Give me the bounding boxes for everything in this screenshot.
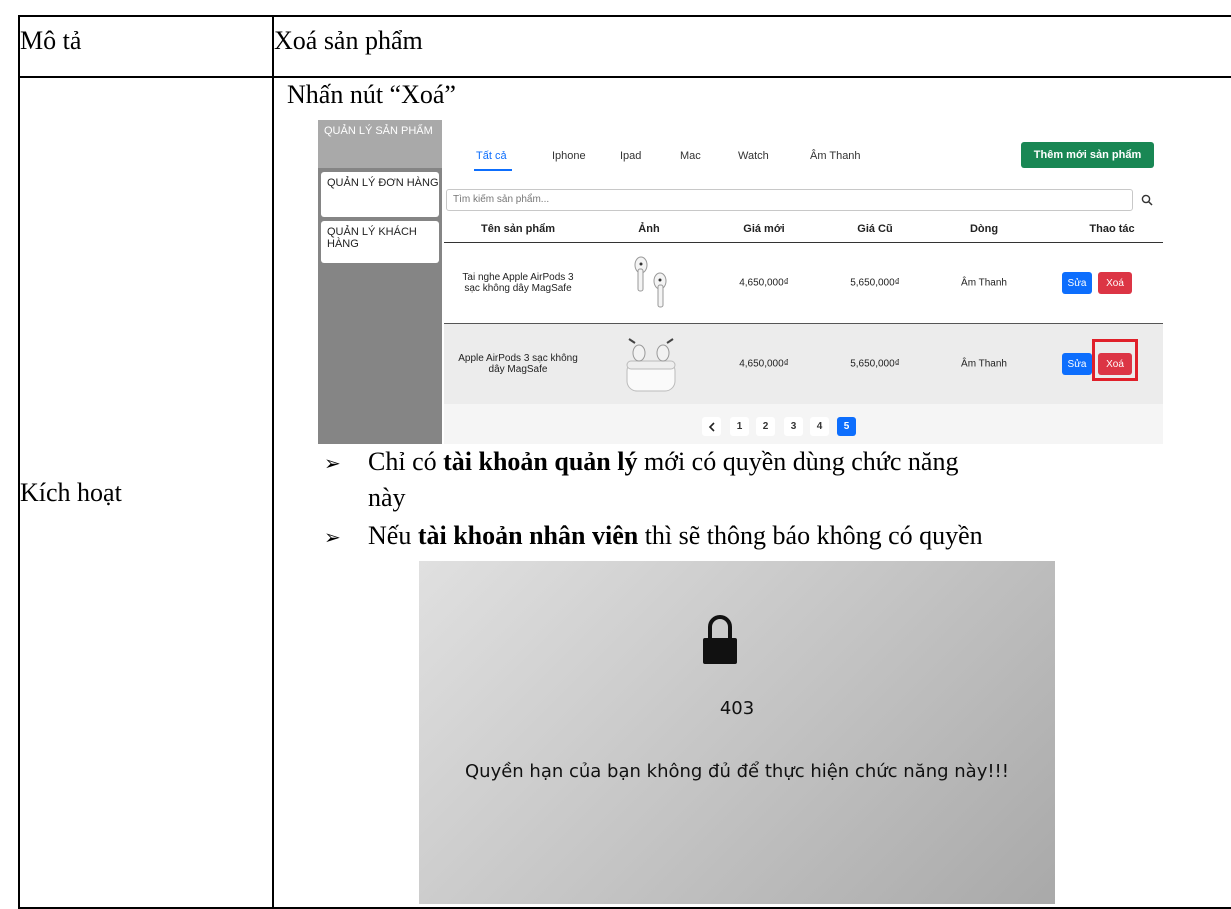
sidebar-item-orders[interactable]: QUẢN LÝ ĐƠN HÀNG <box>321 172 439 217</box>
col-actions: Thao tác <box>1089 223 1135 235</box>
col-new-price: Giá mới <box>743 223 785 235</box>
col-name: Tên sản phẩm <box>481 223 555 235</box>
sidebar-item-products[interactable]: QUẢN LÝ SẢN PHẨM <box>318 120 442 168</box>
access-denied-panel: 403 Quyền hạn của bạn không đủ để thực h… <box>419 561 1055 904</box>
bullet-text: Nếu <box>368 521 418 550</box>
bullet-bold: tài khoản nhân viên <box>417 521 639 550</box>
new-price: 4,650,000₫ <box>739 277 789 289</box>
bullet-text: mới có quyền dùng chức năng <box>637 447 959 476</box>
product-name-line2: dây MagSafe <box>488 364 548 375</box>
search-input[interactable]: Tìm kiếm sản phẩm... <box>446 189 1133 211</box>
chevron-left-icon <box>708 421 715 432</box>
prev-page-button[interactable] <box>702 417 721 436</box>
product-line: Âm Thanh <box>961 277 1007 289</box>
error-message: Quyền hạn của bạn không đủ để thực hiện … <box>465 761 1009 782</box>
airpods-image <box>634 256 667 308</box>
spec-table: Mô tả Xoá sản phẩm Kích hoạt Nhấn nút “X… <box>18 15 1231 909</box>
delete-button[interactable]: Xoá <box>1098 272 1132 294</box>
search-button[interactable] <box>1134 189 1160 211</box>
page-2-button[interactable]: 2 <box>756 417 775 436</box>
col-old-price: Giá Cũ <box>857 223 893 235</box>
admin-screenshot: QUẢN LÝ SẢN PHẨM QUẢN LÝ ĐƠN HÀNG QUẢN L… <box>318 120 1165 444</box>
bullet-admin-only: ➢ Chỉ có tài khoản quản lý mới có quyền d… <box>324 444 958 481</box>
arrow-bullet-icon: ➢ <box>324 525 341 549</box>
tab-iphone[interactable]: Iphone <box>552 150 586 162</box>
category-tabs: Tất cả Iphone Ipad Mac Watch Âm Thanh <box>444 150 964 171</box>
tab-watch[interactable]: Watch <box>738 150 769 162</box>
label-description: Mô tả <box>18 15 274 78</box>
product-line: Âm Thanh <box>961 358 1007 370</box>
tab-audio[interactable]: Âm Thanh <box>810 150 861 162</box>
product-name: Apple AirPods 3 sạc không dây MagSafe <box>458 353 578 375</box>
table-header: Tên sản phẩm Ảnh Giá mới Giá Cũ Dòng Tha… <box>444 216 1163 243</box>
page-1-button[interactable]: 1 <box>730 417 749 436</box>
value-description: Xoá sản phẩm <box>272 15 1231 78</box>
page-3-button[interactable]: 3 <box>784 417 803 436</box>
bullet-text: thì sẽ thông báo không có quyền <box>638 521 983 550</box>
product-name-line2: sạc không dây MagSafe <box>464 283 572 294</box>
col-image: Ảnh <box>638 223 660 235</box>
edit-button[interactable]: Sửa <box>1062 272 1092 294</box>
page-4-button[interactable]: 4 <box>810 417 829 436</box>
tab-all[interactable]: Tất cả <box>476 150 507 162</box>
product-name-line1: Tai nghe Apple AirPods 3 <box>462 272 574 283</box>
sidebar-item-customers[interactable]: QUẢN LÝ KHÁCH HÀNG <box>321 221 439 263</box>
label-trigger: Kích hoạt <box>18 76 274 909</box>
col-line: Dòng <box>969 223 999 235</box>
step-text: Nhấn nút “Xoá” <box>287 80 456 109</box>
page-5-button[interactable]: 5 <box>837 417 856 436</box>
table-row: Apple AirPods 3 sạc không dây MagSafe 4, <box>444 324 1163 404</box>
tab-ipad[interactable]: Ipad <box>620 150 641 162</box>
row-description: Mô tả Xoá sản phẩm <box>18 15 1231 78</box>
pagination: 1 2 3 4 5 <box>444 404 1163 444</box>
admin-main: Tất cả Iphone Ipad Mac Watch Âm Thanh Th… <box>444 120 1165 444</box>
product-name-line1: Apple AirPods 3 sạc không <box>458 353 578 364</box>
error-code: 403 <box>719 698 755 719</box>
bullet-text: Chỉ có <box>368 447 444 476</box>
trigger-content: Nhấn nút “Xoá” QUẢN LÝ SẢN PHẨM QUẢN LÝ … <box>272 76 1231 909</box>
airpods-pro-case-image <box>626 338 676 392</box>
bullet-staff-denied: ➢ Nếu tài khoản nhân viên thì sẽ thông bá… <box>324 518 983 555</box>
old-price: 5,650,000₫ <box>850 277 900 289</box>
lock-icon <box>703 615 737 664</box>
bullet-admin-only-continued: này <box>368 483 406 512</box>
search-icon <box>1141 194 1153 206</box>
old-price: 5,650,000₫ <box>850 358 900 370</box>
row-trigger: Kích hoạt Nhấn nút “Xoá” QUẢN LÝ SẢN PHẨ… <box>18 76 1231 909</box>
delete-highlight-box <box>1092 339 1138 381</box>
table-row: Tai nghe Apple AirPods 3 sạc không dây M… <box>444 243 1163 324</box>
new-price: 4,650,000₫ <box>739 358 789 370</box>
add-product-button[interactable]: Thêm mới sản phẩm <box>1021 142 1154 168</box>
product-name: Tai nghe Apple AirPods 3 sạc không dây M… <box>462 272 573 294</box>
edit-button[interactable]: Sửa <box>1062 353 1092 375</box>
arrow-bullet-icon: ➢ <box>324 451 341 475</box>
bullet-bold: tài khoản quản lý <box>443 447 638 476</box>
sidebar: QUẢN LÝ SẢN PHẨM QUẢN LÝ ĐƠN HÀNG QUẢN L… <box>318 120 442 444</box>
tab-mac[interactable]: Mac <box>680 150 701 162</box>
tab-underline <box>474 169 512 171</box>
